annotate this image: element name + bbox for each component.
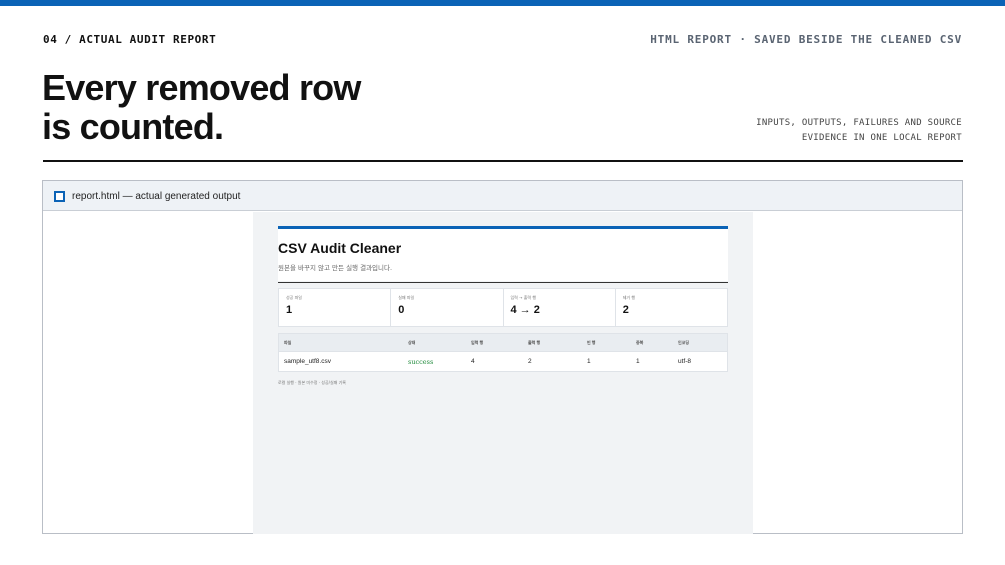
headline-line-1: Every removed row bbox=[42, 67, 361, 108]
cell-input-rows: 4 bbox=[471, 358, 475, 365]
stat-value: 2 bbox=[622, 304, 629, 316]
stat-label: 입력 → 출력 행 bbox=[510, 295, 537, 300]
headline-note: INPUTS, OUTPUTS, FAILURES AND SOURCE EVI… bbox=[722, 116, 962, 146]
stat-removed-rows: 제거 행 2 bbox=[616, 289, 727, 326]
page-headline: Every removed row is counted. bbox=[42, 68, 462, 146]
report-subtitle: 원본을 바꾸지 않고 만든 실행 결과입니다. bbox=[278, 264, 393, 272]
stat-label: 실패 파일 bbox=[398, 295, 415, 300]
stat-value: 0 bbox=[398, 304, 405, 316]
column-header-duplicates: 중복 bbox=[636, 339, 644, 345]
cell-encoding: utf-8 bbox=[678, 358, 692, 365]
stat-label: 제거 행 bbox=[622, 295, 636, 300]
section-eyebrow: 04 / ACTUAL AUDIT REPORT bbox=[43, 33, 217, 46]
column-header-status: 상태 bbox=[408, 339, 416, 345]
column-header-encoding: 인코딩 bbox=[678, 339, 690, 345]
note-line-1: INPUTS, OUTPUTS, FAILURES AND SOURCE bbox=[756, 118, 962, 128]
report-header: CSV Audit Cleaner 원본을 바꾸지 않고 만든 실행 결과입니다… bbox=[278, 229, 728, 283]
stat-rows-in-out: 입력 → 출력 행 4 → 2 bbox=[504, 289, 616, 326]
report-divider bbox=[278, 282, 728, 283]
window-title-bar: report.html — actual generated output bbox=[43, 181, 962, 211]
note-line-2: EVIDENCE IN ONE LOCAL REPORT bbox=[801, 133, 962, 143]
report-title: CSV Audit Cleaner bbox=[278, 240, 402, 256]
table-row: sample_utf8.csv success 4 2 1 1 utf-8 bbox=[279, 352, 727, 371]
window-square-icon bbox=[54, 191, 65, 202]
column-header-empty-rows: 빈 행 bbox=[587, 339, 596, 345]
cell-file: sample_utf8.csv bbox=[284, 358, 331, 365]
headline-line-2: is counted. bbox=[42, 106, 224, 147]
report-preview-window: report.html — actual generated output CS… bbox=[42, 180, 963, 534]
cell-empty-rows: 1 bbox=[587, 358, 591, 365]
summary-stats: 성공 파일 1 실패 파일 0 입력 → 출력 행 4 → 2 제거 행 2 bbox=[278, 288, 728, 327]
cell-duplicates: 1 bbox=[636, 358, 640, 365]
cell-status-badge: success bbox=[408, 357, 434, 366]
cell-output-rows: 2 bbox=[528, 358, 532, 365]
stat-failed-files: 실패 파일 0 bbox=[391, 289, 504, 326]
window-title: report.html — actual generated output bbox=[72, 191, 241, 202]
top-accent-bar bbox=[0, 0, 1005, 6]
stat-value: 1 bbox=[286, 304, 293, 316]
results-table: 파일 상태 입력 행 출력 행 빈 행 중복 인코딩 sample_utf8.c… bbox=[278, 333, 728, 372]
report-viewport[interactable]: CSV Audit Cleaner 원본을 바꾸지 않고 만든 실행 결과입니다… bbox=[253, 212, 753, 534]
stat-label: 성공 파일 bbox=[286, 295, 302, 300]
column-header-file: 파일 bbox=[284, 339, 292, 345]
column-header-input-rows: 입력 행 bbox=[471, 339, 484, 345]
report-footer: 로컬 실행 · 원본 미수정 · 성공/실패 기록 bbox=[278, 380, 346, 385]
stat-value: 4 → 2 bbox=[510, 304, 540, 316]
stat-success-files: 성공 파일 1 bbox=[279, 289, 392, 326]
table-header-row: 파일 상태 입력 행 출력 행 빈 행 중복 인코딩 bbox=[279, 334, 727, 352]
column-header-output-rows: 출력 행 bbox=[528, 339, 541, 345]
header-divider bbox=[43, 160, 963, 162]
section-caption: HTML REPORT · SAVED BESIDE THE CLEANED C… bbox=[650, 33, 962, 46]
